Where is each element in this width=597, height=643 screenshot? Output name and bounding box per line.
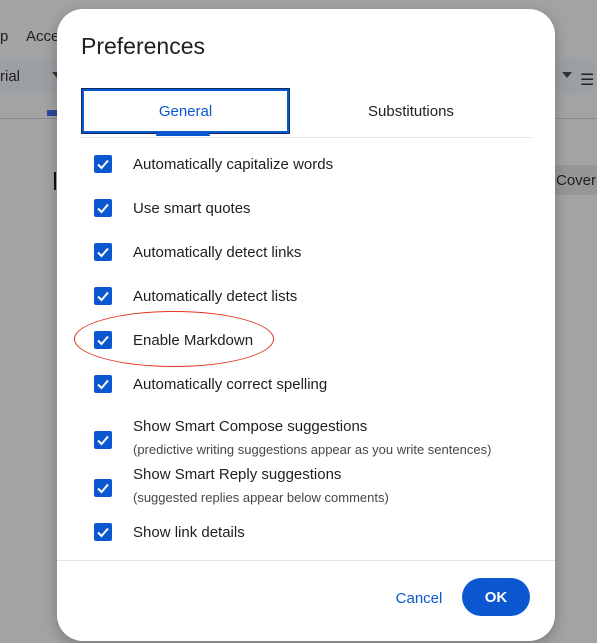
checkmark-icon (97, 291, 109, 302)
checkmark-icon (97, 435, 109, 446)
checkmark-icon (97, 483, 109, 494)
tab-general-label: General (158, 102, 213, 120)
option-label: Show Smart Compose suggestions (133, 418, 368, 435)
option-label: Automatically detect lists (133, 288, 298, 305)
text-cursor (54, 172, 56, 190)
option-label: Automatically detect links (133, 244, 302, 261)
option-label: Automatically correct spelling (133, 376, 328, 393)
option-label: Show Smart Reply suggestions (133, 466, 342, 483)
font-selector[interactable]: rial (0, 68, 20, 85)
checkbox-smart-compose[interactable] (94, 431, 112, 449)
dialog-title: Preferences (81, 33, 206, 59)
option-label: Automatically capitalize words (133, 156, 334, 173)
checkbox-link-details[interactable] (94, 523, 112, 541)
tab-bar: General Substitutions (81, 88, 531, 138)
checkmark-icon (97, 335, 109, 346)
checkbox-smart-quotes[interactable] (94, 199, 112, 217)
cover-chip-label: Cover (556, 172, 597, 189)
indent-marker-icon[interactable] (47, 110, 57, 116)
bulleted-list-icon[interactable]: ☰ (580, 70, 594, 90)
checkmark-icon (97, 159, 109, 170)
menu-item-help[interactable]: p (0, 28, 8, 45)
footer-divider (57, 560, 555, 561)
tab-substitutions-label: Substitutions (368, 102, 454, 120)
option-label: Use smart quotes (133, 200, 251, 217)
checkmark-icon (97, 247, 109, 258)
checkbox-smart-reply[interactable] (94, 479, 112, 497)
checkmark-icon (97, 203, 109, 214)
checkbox-detect-lists[interactable] (94, 287, 112, 305)
option-sublabel: (predictive writing suggestions appear a… (133, 442, 492, 457)
preferences-dialog: Preferences General Substitutions Automa… (57, 9, 555, 641)
option-label: Enable Markdown (133, 332, 254, 349)
menu-item-accessibility[interactable]: Acce (26, 28, 59, 45)
options-list: Automatically capitalize words Use smart… (57, 149, 555, 559)
checkbox-enable-markdown[interactable] (94, 331, 112, 349)
ok-button[interactable]: OK (462, 578, 530, 616)
checkbox-capitalize-words[interactable] (94, 155, 112, 173)
option-sublabel: (suggested replies appear below comments… (133, 490, 389, 505)
cancel-button[interactable]: Cancel (387, 583, 451, 613)
checkbox-detect-links[interactable] (94, 243, 112, 261)
tab-general[interactable]: General (81, 88, 290, 134)
bulleted-list-dropdown-caret-icon[interactable] (562, 72, 572, 78)
checkmark-icon (97, 379, 109, 390)
option-label: Show link details (133, 524, 245, 541)
checkbox-correct-spelling[interactable] (94, 375, 112, 393)
active-tab-indicator (156, 133, 210, 136)
checkmark-icon (97, 527, 109, 538)
tab-substitutions[interactable]: Substitutions (311, 89, 511, 133)
